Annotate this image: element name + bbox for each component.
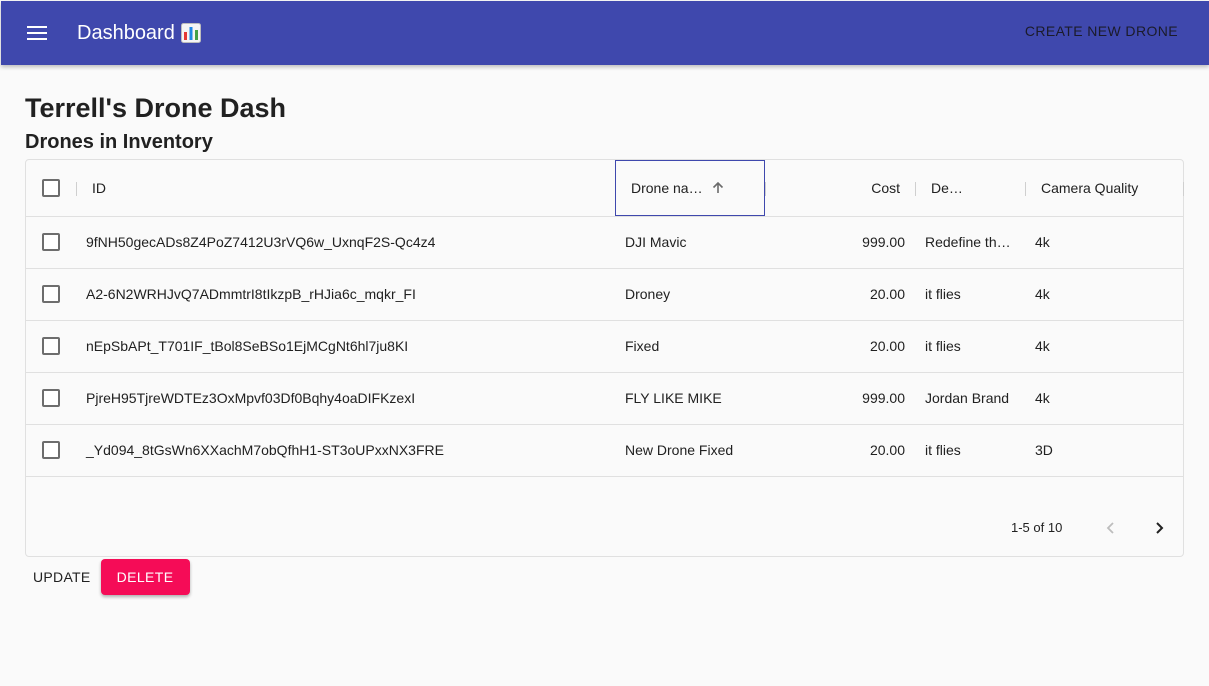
cell-description: it flies: [925, 442, 961, 458]
pagination-count: 1-5 of 10: [1011, 520, 1063, 535]
column-header-camera-quality-label: Camera Quality: [1041, 180, 1139, 196]
cell-description: Redefine th…: [925, 234, 1011, 250]
column-separator[interactable]: [1025, 182, 1026, 196]
cell-id: A2-6N2WRHJvQ7ADmmtrI8tIkzpB_rHJia6c_mqkr…: [86, 286, 416, 302]
row-checkbox[interactable]: [42, 337, 60, 355]
column-header-description[interactable]: De…: [931, 160, 1011, 216]
section-title: Drones in Inventory: [25, 131, 213, 153]
update-button[interactable]: UPDATE: [25, 559, 99, 595]
column-separator[interactable]: [915, 182, 916, 196]
cell-camera-quality: 3D: [1035, 442, 1053, 458]
chevron-right-icon: [1156, 522, 1164, 534]
delete-button[interactable]: DELETE: [100, 559, 190, 595]
menu-button[interactable]: [13, 9, 61, 57]
table-row[interactable]: nEpSbAPt_T701IF_tBol8SeBSo1EjMCgNt6hl7ju…: [26, 320, 1183, 373]
column-header-id-label: ID: [92, 180, 106, 196]
cell-drone-name: Fixed: [625, 338, 660, 354]
row-select-cell: [42, 372, 62, 424]
row-select-cell: [42, 320, 62, 372]
select-all-cell: [42, 160, 62, 216]
cell-description: Jordan Brand: [925, 390, 1010, 406]
cell-id: _Yd094_8tGsWn6XXachM7obQfhH1-ST3oUPxxNX3…: [86, 442, 444, 458]
previous-page-button[interactable]: [1095, 512, 1127, 544]
column-separator[interactable]: [1183, 182, 1184, 196]
cell-id: nEpSbAPt_T701IF_tBol8SeBSo1EjMCgNt6hl7ju…: [86, 338, 409, 354]
row-select-cell: [42, 424, 62, 476]
cell-drone-name: Droney: [625, 286, 671, 302]
cell-camera-quality: 4k: [1035, 286, 1050, 302]
cell-camera-quality: 4k: [1035, 390, 1050, 406]
cell-cost: 20.00: [869, 286, 905, 302]
cell-cost: 999.00: [862, 390, 905, 406]
cell-cost: 20.00: [869, 338, 905, 354]
cell-camera-quality: 4k: [1035, 338, 1050, 354]
create-new-drone-button[interactable]: CREATE NEW DRONE: [1025, 23, 1178, 39]
drones-data-grid: ID Drone na… Cost De… Camera Quality 9fN…: [25, 159, 1184, 557]
column-header-drone-name[interactable]: Drone na…: [615, 160, 765, 216]
column-header-drone-name-inner: Drone na…: [631, 161, 761, 215]
cell-description: it flies: [925, 338, 961, 354]
cell-drone-name: DJI Mavic: [625, 234, 687, 250]
column-separator[interactable]: [76, 182, 77, 196]
cell-drone-name: New Drone Fixed: [625, 442, 734, 458]
column-header-cost[interactable]: Cost: [766, 160, 900, 216]
cell-drone-name: FLY LIKE MIKE: [625, 390, 722, 406]
select-all-checkbox[interactable]: [42, 179, 60, 197]
hamburger-menu-icon: [27, 26, 47, 40]
bar-chart-emoji-icon: [180, 23, 201, 43]
cell-cost: 20.00: [869, 442, 905, 458]
row-checkbox[interactable]: [42, 389, 60, 407]
page-title: Terrell's Drone Dash: [25, 93, 287, 123]
table-row[interactable]: A2-6N2WRHJvQ7ADmmtrI8tIkzpB_rHJia6c_mqkr…: [26, 268, 1183, 321]
action-buttons: UPDATE DELETE: [25, 559, 190, 595]
column-header-drone-name-label: Drone na…: [631, 180, 703, 196]
cell-description: it flies: [925, 286, 961, 302]
row-select-cell: [42, 268, 62, 320]
cell-id: 9fNH50gecADs8Z4PoZ7412U3rVQ6w_UxnqF2S-Qc…: [86, 234, 436, 250]
table-row[interactable]: 9fNH50gecADs8Z4PoZ7412U3rVQ6w_UxnqF2S-Qc…: [26, 216, 1183, 269]
grid-footer: 1-5 of 10: [26, 500, 1183, 556]
row-checkbox[interactable]: [42, 285, 60, 303]
app-title: Dashboard: [77, 22, 201, 45]
app-title-text: Dashboard: [77, 21, 175, 44]
column-header-id[interactable]: ID: [92, 160, 292, 216]
cell-cost: 999.00: [862, 234, 905, 250]
row-select-cell: [42, 216, 62, 268]
next-page-button[interactable]: [1143, 512, 1175, 544]
arrow-up-icon[interactable]: [711, 181, 725, 195]
app-bar: Dashboard CREATE NEW DRONE: [1, 1, 1209, 65]
row-checkbox[interactable]: [42, 233, 60, 251]
row-checkbox[interactable]: [42, 441, 60, 459]
grid-header-row: ID Drone na… Cost De… Camera Quality: [26, 160, 1184, 217]
column-header-description-label: De…: [931, 180, 963, 196]
column-header-camera-quality[interactable]: Camera Quality: [1041, 160, 1171, 216]
cell-camera-quality: 4k: [1035, 234, 1050, 250]
table-row[interactable]: PjreH95TjreWDTEz3OxMpvf03Df0Bqhy4oaDIFKz…: [26, 372, 1183, 425]
table-row[interactable]: _Yd094_8tGsWn6XXachM7obQfhH1-ST3oUPxxNX3…: [26, 424, 1183, 477]
chevron-left-icon: [1106, 522, 1114, 534]
cell-id: PjreH95TjreWDTEz3OxMpvf03Df0Bqhy4oaDIFKz…: [86, 390, 416, 406]
column-header-cost-label: Cost: [871, 180, 900, 196]
